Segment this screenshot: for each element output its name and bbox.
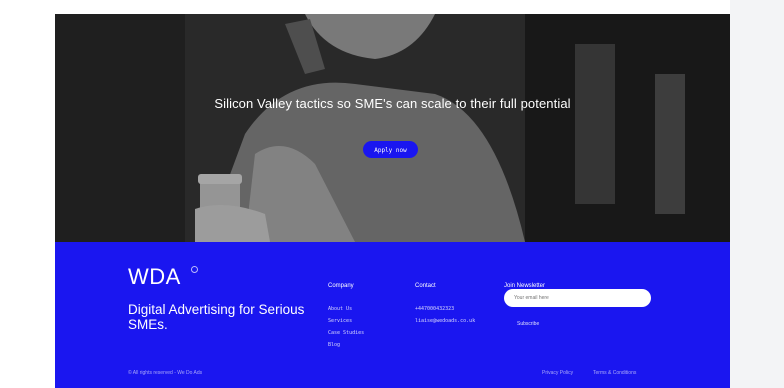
landing-page: Silicon Valley tactics so SME's can scal… [55,14,730,388]
footer-link-about-us[interactable]: About Us [328,303,364,315]
contact-phone-link[interactable]: +447000432323 [415,303,475,315]
copyright-text: © All rights reserved - We Do Ads [128,370,203,376]
hero-overlay [55,14,730,242]
logo[interactable]: WDA [128,264,181,290]
apply-now-button[interactable]: Apply now [363,141,418,158]
company-heading: Company [328,283,354,289]
subscribe-button[interactable]: Subscribe [517,321,539,327]
page-side-margin [730,0,784,388]
terms-conditions-link[interactable]: Terms & Conditions [593,370,636,376]
contact-heading: Contact [415,283,436,289]
footer-link-blog[interactable]: Blog [328,339,364,351]
footer-link-services[interactable]: Services [328,315,364,327]
hero-title: Silicon Valley tactics so SME's can scal… [214,96,571,111]
contact-email-link[interactable]: liaise@wedoads.co.uk [415,315,475,327]
footer-tagline: Digital Advertising for Serious SMEs. [128,302,305,332]
footer-link-case-studies[interactable]: Case Studies [328,327,364,339]
footer-company-column: Company About Us Services Case Studies B… [328,283,364,351]
privacy-policy-link[interactable]: Privacy Policy [542,370,573,376]
footer: WDA Digital Advertising for Serious SMEs… [55,242,730,388]
footer-contact-column: Contact +447000432323 liaise@wedoads.co.… [415,283,475,327]
hero-section: Silicon Valley tactics so SME's can scal… [55,14,730,242]
logo-mark-icon [191,266,198,273]
newsletter-email-input[interactable] [504,289,651,307]
